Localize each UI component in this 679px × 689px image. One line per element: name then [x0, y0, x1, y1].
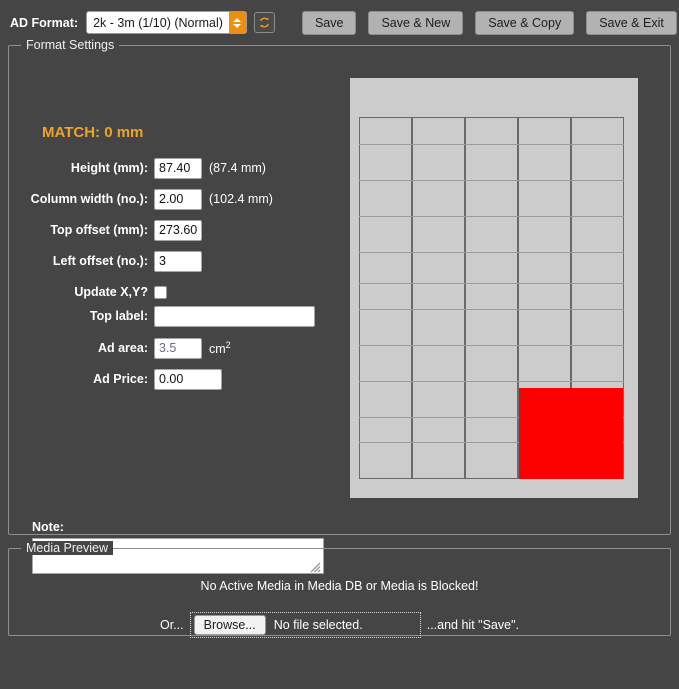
height-label: Height (mm):	[70, 161, 148, 175]
grid-column-1	[359, 117, 412, 479]
top-offset-label: Top offset (mm):	[50, 223, 148, 237]
ad-price-label: Ad Price:	[93, 372, 148, 386]
update-xy-label: Update X,Y?	[74, 285, 148, 299]
ad-placement-block[interactable]	[519, 388, 623, 479]
grid-row-line	[359, 309, 624, 310]
page-preview[interactable]	[350, 78, 638, 498]
chevron-up-icon	[233, 17, 242, 22]
grid-row-line	[359, 283, 624, 284]
refresh-format-button[interactable]	[253, 12, 275, 33]
refresh-icon	[258, 16, 271, 29]
left-offset-input[interactable]	[154, 250, 202, 272]
update-xy-checkbox[interactable]	[154, 285, 167, 299]
field-row-top-label: Top label:	[9, 304, 339, 328]
top-label-input[interactable]	[154, 305, 315, 327]
field-row-ad-area: Ad area: cm2	[9, 336, 339, 360]
grid-column-2	[412, 117, 465, 479]
ad-area-label: Ad area:	[97, 341, 148, 355]
field-row-top-offset: Top offset (mm):	[9, 218, 339, 242]
grid-row-line	[359, 216, 624, 217]
media-upload-row: Or... Browse... No file selected. ...and…	[9, 612, 670, 638]
save-button-group: Save Save & New Save & Copy Save & Exit	[301, 10, 677, 35]
chevron-updown-icon[interactable]	[228, 12, 246, 33]
or-text: Or...	[160, 618, 184, 632]
chevron-down-icon	[233, 23, 242, 28]
match-status-text: MATCH: 0 mm	[42, 124, 144, 141]
media-file-input[interactable]: Browse... No file selected.	[189, 612, 421, 638]
field-row-ad-price: Ad Price:	[9, 367, 339, 391]
media-preview-legend: Media Preview	[21, 541, 113, 555]
ad-format-select[interactable]: 2k - 3m (1/10) (Normal)	[86, 11, 247, 34]
ad-price-input[interactable]	[154, 368, 222, 390]
grid-row-line	[359, 381, 624, 382]
column-width-suffix: (102.4 mm)	[209, 192, 273, 206]
field-row-column-width: Column width (no.): (102.4 mm)	[9, 187, 339, 211]
field-row-update-xy: Update X,Y?	[9, 280, 339, 304]
save-hint-text: ...and hit "Save".	[426, 618, 519, 632]
ad-format-label: AD Format:	[10, 15, 79, 30]
grid-row-line	[359, 180, 624, 181]
note-label: Note:	[32, 520, 64, 534]
ad-area-input	[154, 337, 202, 359]
top-offset-input[interactable]	[154, 219, 202, 241]
field-row-height: Height (mm): (87.4 mm)	[9, 156, 339, 180]
grid-row-line	[359, 345, 624, 346]
save-button[interactable]: Save	[301, 10, 357, 35]
page-grid	[359, 117, 624, 479]
grid-row-line	[359, 252, 624, 253]
field-row-left-offset: Left offset (no.):	[9, 249, 339, 273]
top-label-label: Top label:	[89, 309, 148, 323]
save-and-exit-button[interactable]: Save & Exit	[586, 10, 677, 35]
browse-button[interactable]: Browse...	[193, 615, 266, 635]
left-offset-label: Left offset (no.):	[52, 254, 148, 268]
height-input[interactable]	[154, 157, 202, 179]
ad-area-unit: cm2	[209, 339, 231, 357]
format-settings-legend: Format Settings	[21, 38, 120, 52]
save-and-copy-button[interactable]: Save & Copy	[475, 10, 575, 35]
grid-column-3	[465, 117, 518, 479]
column-width-label: Column width (no.):	[30, 192, 148, 206]
column-width-input[interactable]	[154, 188, 202, 210]
save-and-new-button[interactable]: Save & New	[368, 10, 464, 35]
format-settings-panel: Format Settings MATCH: 0 mm Height (mm):…	[8, 38, 671, 574]
media-preview-panel: Media Preview No Active Media in Media D…	[8, 541, 671, 638]
ad-format-selected-value: 2k - 3m (1/10) (Normal)	[93, 15, 223, 30]
grid-row-line	[359, 144, 624, 145]
selected-file-name: No file selected.	[273, 618, 363, 632]
media-status-message: No Active Media in Media DB or Media is …	[200, 579, 479, 593]
height-suffix: (87.4 mm)	[209, 161, 266, 175]
